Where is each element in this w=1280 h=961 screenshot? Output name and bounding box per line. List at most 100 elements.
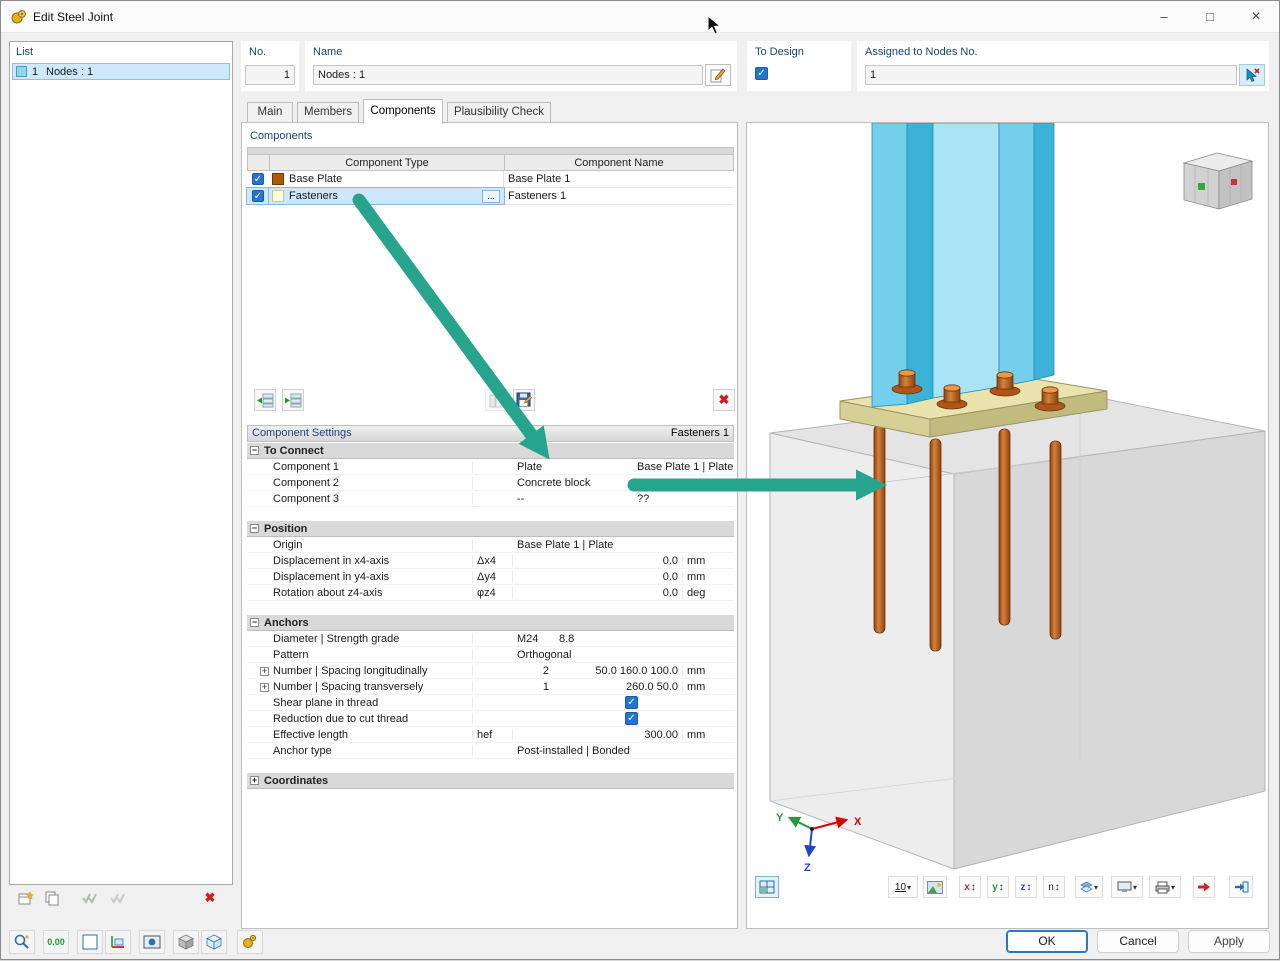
numbering-all-button[interactable]: n↕ — [1043, 876, 1065, 898]
expand-icon[interactable]: + — [260, 667, 269, 676]
component-3-value[interactable]: -- — [513, 493, 633, 505]
origin-value[interactable]: Base Plate 1 | Plate — [513, 539, 682, 551]
concrete-block[interactable] — [770, 394, 1265, 869]
row-shear-plane[interactable]: Shear plane in thread — [247, 695, 734, 711]
tab-members[interactable]: Members — [297, 102, 359, 123]
row-effective-length[interactable]: Effective length hef 300.00 mm — [247, 727, 734, 743]
row-rotation-z4[interactable]: Rotation about z4-axis φz4 0.0 deg — [247, 585, 734, 601]
header-component-name[interactable]: Component Name — [505, 155, 733, 170]
numbering-z-button[interactable]: z↕ — [1015, 876, 1037, 898]
collapse-icon[interactable]: − — [250, 618, 259, 627]
fasteners-browse-button[interactable]: ... — [482, 190, 500, 203]
select-nodes-button[interactable] — [1239, 64, 1265, 86]
save-component-button[interactable] — [513, 389, 535, 411]
number-longitudinal-value[interactable]: 2 — [513, 665, 555, 677]
list-item-nodes-1[interactable]: 1 Nodes : 1 — [12, 63, 230, 80]
copy-joint-button[interactable] — [41, 887, 63, 909]
reduction-checkbox[interactable] — [625, 712, 638, 725]
collapse-icon[interactable]: − — [250, 446, 259, 455]
section-anchors[interactable]: − Anchors — [247, 615, 734, 631]
component-library-button[interactable] — [485, 389, 507, 411]
numbering-x-button[interactable]: x↕ — [959, 876, 981, 898]
display-axes-button[interactable] — [105, 930, 131, 954]
tab-components[interactable]: Components — [363, 99, 443, 124]
apply-button[interactable]: Apply — [1188, 930, 1270, 953]
3d-viewport[interactable]: X Y Z 10▾ x↕ y↕ z↕ n↕ ▾ — [746, 122, 1269, 929]
effective-length-value[interactable]: 300.00 — [513, 729, 682, 741]
component-1-target[interactable]: Base Plate 1 | Plate — [633, 461, 734, 473]
component-2-value[interactable]: Concrete block — [513, 477, 633, 489]
delete-all-components-button[interactable]: ✖ — [713, 389, 735, 411]
shear-plane-checkbox[interactable] — [625, 696, 638, 709]
spacing-transverse-value[interactable]: 260.0 50.0 — [555, 681, 682, 693]
3d-viewport-scene[interactable]: X Y Z — [747, 123, 1268, 873]
displacement-x4-value[interactable]: 0.0 — [513, 555, 682, 567]
row-number-spacing-transverse[interactable]: +Number | Spacing transversely 1 260.0 5… — [247, 679, 734, 695]
find-settings-button[interactable] — [9, 930, 35, 954]
row-number-spacing-longitudinal[interactable]: +Number | Spacing longitudinally 2 50.0 … — [247, 663, 734, 679]
joint-name-field[interactable]: Nodes : 1 — [313, 65, 703, 85]
section-to-connect[interactable]: − To Connect — [247, 443, 734, 459]
expand-icon[interactable]: + — [260, 683, 269, 692]
reset-view-button[interactable] — [1193, 876, 1215, 898]
titlebar[interactable]: Edit Steel Joint – □ × — [1, 1, 1279, 33]
rendering-mode-button[interactable] — [139, 930, 165, 954]
maximize-button[interactable]: □ — [1187, 1, 1233, 33]
view-layout-button[interactable]: ▾ — [1111, 876, 1143, 898]
navigation-cube[interactable] — [1184, 153, 1252, 209]
table-row-fasteners[interactable]: Fasteners ... Fasteners 1 — [247, 188, 734, 205]
base-plate-checkbox[interactable] — [252, 173, 264, 185]
remove-component-button[interactable] — [282, 389, 304, 411]
fasteners-checkbox[interactable] — [252, 190, 264, 202]
row-component-3[interactable]: Component 3 -- ?? — [247, 491, 734, 507]
print-button[interactable]: ▾ — [1149, 876, 1181, 898]
component-3-target[interactable]: ?? — [633, 493, 734, 505]
deselect-all-button[interactable] — [107, 887, 129, 909]
tab-main[interactable]: Main — [247, 102, 293, 123]
minimize-button[interactable]: – — [1141, 1, 1187, 33]
background-image-button[interactable] — [923, 876, 947, 898]
row-displacement-x4[interactable]: Displacement in x4-axis Δx4 0.0 mm — [247, 553, 734, 569]
numbering-y-button[interactable]: y↕ — [987, 876, 1009, 898]
rotation-z4-value[interactable]: 0.0 — [513, 587, 682, 599]
edit-name-button[interactable] — [705, 64, 731, 86]
select-all-button[interactable] — [79, 887, 101, 909]
joint-options-button[interactable] — [237, 930, 263, 954]
row-component-1[interactable]: Component 1 Plate Base Plate 1 | Plate — [247, 459, 734, 475]
tab-plausibility-check[interactable]: Plausibility Check — [447, 102, 551, 123]
transparent-model-button[interactable] — [201, 930, 227, 954]
base-plate-name-cell[interactable]: Base Plate 1 — [504, 173, 734, 185]
solid-model-button[interactable] — [173, 930, 199, 954]
view-mode-button[interactable] — [755, 876, 779, 898]
close-button[interactable]: × — [1233, 1, 1279, 33]
export-view-button[interactable] — [1229, 876, 1253, 898]
section-coordinates[interactable]: + Coordinates — [247, 773, 734, 789]
background-color-button[interactable] — [77, 930, 103, 954]
add-component-button[interactable] — [254, 389, 276, 411]
expand-icon[interactable]: + — [250, 776, 259, 785]
fasteners-name-cell[interactable]: Fasteners 1 — [504, 190, 734, 202]
row-component-2[interactable]: Component 2 Concrete block — [247, 475, 734, 491]
row-reduction-cut-thread[interactable]: Reduction due to cut thread — [247, 711, 734, 727]
steel-column[interactable] — [872, 123, 1054, 407]
row-origin[interactable]: Origin Base Plate 1 | Plate — [247, 537, 734, 553]
table-row-base-plate[interactable]: Base Plate Base Plate 1 — [247, 171, 734, 188]
component-1-value[interactable]: Plate — [513, 461, 633, 473]
diameter-value[interactable]: M24 — [513, 633, 555, 645]
pattern-value[interactable]: Orthogonal — [513, 649, 734, 661]
displacement-y4-value[interactable]: 0.0 — [513, 571, 682, 583]
row-pattern[interactable]: Pattern Orthogonal — [247, 647, 734, 663]
to-design-checkbox[interactable] — [755, 67, 768, 80]
grade-value[interactable]: 8.8 — [555, 633, 734, 645]
display-options-button[interactable]: ▾ — [1075, 876, 1103, 898]
anchor-type-value[interactable]: Post-installed | Bonded — [513, 745, 734, 757]
number-transverse-value[interactable]: 1 — [513, 681, 555, 693]
spacing-longitudinal-value[interactable]: 50.0 160.0 100.0 — [555, 665, 682, 677]
collapse-icon[interactable]: − — [250, 524, 259, 533]
delete-joint-button[interactable]: ✖ — [199, 887, 221, 909]
row-displacement-y4[interactable]: Displacement in y4-axis Δy4 0.0 mm — [247, 569, 734, 585]
zoom-factor-button[interactable]: 10▾ — [888, 876, 918, 898]
new-joint-button[interactable] — [15, 887, 37, 909]
section-position[interactable]: − Position — [247, 521, 734, 537]
decimal-places-button[interactable]: 0.00 — [43, 930, 69, 954]
